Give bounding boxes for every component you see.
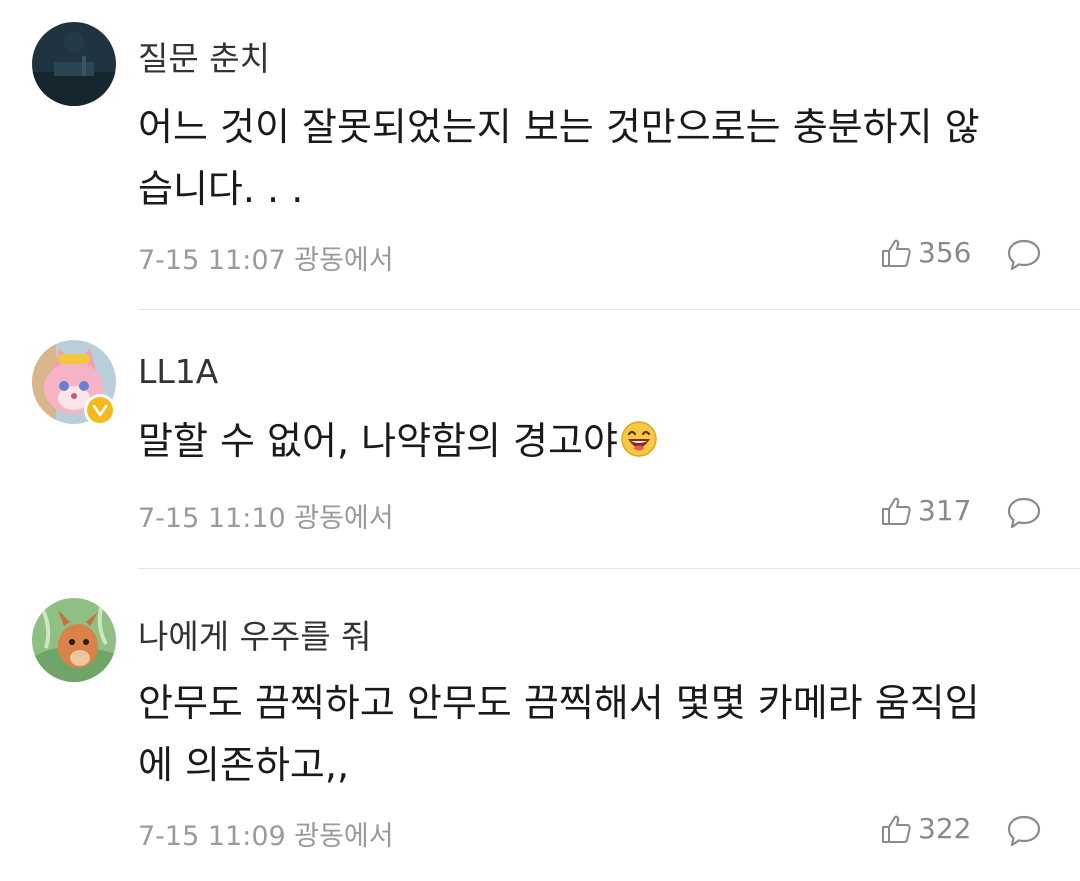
comment-text: 말할 수 없어, 나약함의 경고야 bbox=[138, 410, 1038, 476]
comment-text: 어느 것이 잘못되었는지 보는 것만으로는 충분하지 않 습니다. . . bbox=[138, 105, 980, 211]
comment-meta: 7-15 11:10 광동에서 bbox=[138, 503, 394, 534]
deer-illustration-avatar-icon bbox=[32, 598, 116, 682]
comment-username[interactable]: LL1A bbox=[138, 352, 218, 391]
divider bbox=[138, 309, 1080, 310]
comment-text: 안무도 끔찍하고 안무도 끔찍해서 몇몇 카메라 움직임 에 의존하고,, bbox=[138, 681, 980, 787]
user-avatar[interactable] bbox=[32, 22, 116, 106]
dark-scene-avatar-icon bbox=[32, 22, 116, 106]
like-button[interactable]: 322 bbox=[880, 812, 971, 845]
laughing-face-emoji-icon bbox=[620, 414, 658, 476]
checkmark-icon bbox=[92, 404, 108, 417]
like-count: 356 bbox=[918, 236, 972, 269]
thumbs-up-icon bbox=[882, 239, 911, 267]
comment-meta: 7-15 11:09 광동에서 bbox=[138, 821, 394, 852]
reply-button[interactable] bbox=[1006, 238, 1042, 276]
reply-button[interactable] bbox=[1006, 814, 1042, 852]
thumbs-up-icon bbox=[882, 815, 911, 843]
like-count: 322 bbox=[918, 812, 972, 845]
like-count: 317 bbox=[918, 494, 972, 527]
comment-username[interactable]: 나에게 우주를 줘 bbox=[138, 610, 372, 658]
comment-username[interactable]: 질문 춘치 bbox=[138, 32, 270, 80]
like-button[interactable]: 356 bbox=[880, 236, 971, 269]
comment-meta: 7-15 11:07 광동에서 bbox=[138, 245, 394, 276]
speech-bubble-icon bbox=[1007, 815, 1041, 847]
divider bbox=[138, 568, 1080, 569]
speech-bubble-icon bbox=[1007, 497, 1041, 529]
speech-bubble-icon bbox=[1007, 239, 1041, 271]
reply-button[interactable] bbox=[1006, 496, 1042, 534]
like-button[interactable]: 317 bbox=[880, 494, 971, 527]
verified-badge bbox=[84, 394, 116, 426]
thumbs-up-icon bbox=[882, 497, 911, 525]
comment-text-body: 말할 수 없어, 나약함의 경고야 bbox=[138, 419, 618, 463]
user-avatar[interactable] bbox=[32, 598, 116, 682]
